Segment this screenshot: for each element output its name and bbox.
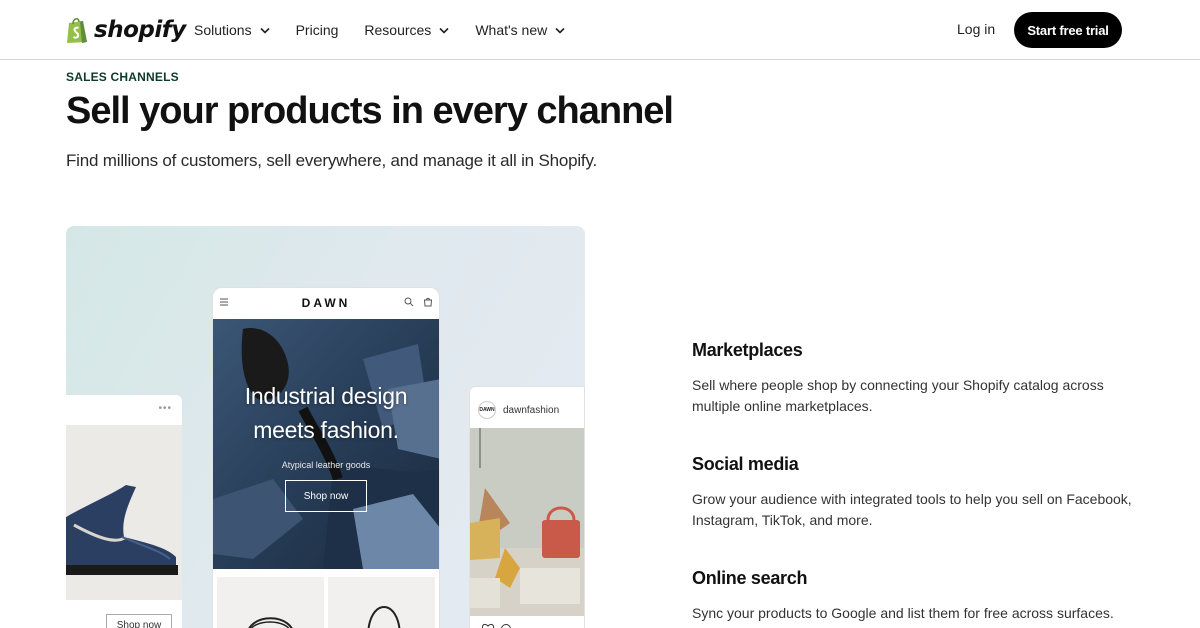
- product-card-left: ••• Shop now: [66, 395, 182, 628]
- dawn-storefront-mockup: DAWN Industrial design meets fashion. At…: [212, 287, 440, 628]
- product-tile[interactable]: [217, 577, 324, 628]
- post-actions: [482, 623, 511, 628]
- nav-item-label: Solutions: [194, 22, 252, 38]
- heart-icon: [482, 623, 495, 628]
- feature-marketplaces: Marketplaces Sell where people shop by c…: [692, 340, 1132, 417]
- page-title: Sell your products in every channel: [66, 90, 674, 132]
- bag-product-image: [248, 617, 293, 628]
- page-subtitle: Find millions of customers, sell everywh…: [66, 151, 598, 170]
- storefront-hero-banner: Industrial design meets fashion. Atypica…: [213, 319, 439, 569]
- feature-description: Sync your products to Google and list th…: [692, 605, 1114, 621]
- shoe-product-image: [66, 425, 182, 600]
- nav-item-label: What's new: [475, 22, 548, 38]
- chevron-down-icon: [439, 27, 449, 34]
- social-handle: dawnfashion: [503, 405, 560, 416]
- sales-channels-showcase: ••• Shop now DAWN Industrial design meet…: [66, 226, 585, 628]
- storefront-header: DAWN: [213, 288, 439, 319]
- shop-now-button-left[interactable]: Shop now: [106, 614, 172, 628]
- login-link[interactable]: Log in: [957, 21, 995, 37]
- main-menu: Solutions Pricing Resources What's new: [194, 0, 591, 60]
- feature-title: Social media: [692, 454, 799, 474]
- social-post-image: [470, 428, 584, 616]
- storefront-hero-subtitle: Atypical leather goods: [281, 460, 371, 470]
- feature-online-search: Online search Sync your products to Goog…: [692, 568, 1132, 624]
- chevron-down-icon: [555, 27, 565, 34]
- feature-description: Sell where people shop by connecting you…: [692, 377, 1104, 414]
- storefront-hero-title: Industrial design meets fashion.: [213, 379, 439, 447]
- nav-item-resources[interactable]: Resources: [364, 22, 449, 38]
- more-options-icon: •••: [158, 403, 172, 414]
- product-tile[interactable]: [328, 577, 435, 628]
- section-eyebrow: SALES CHANNELS: [66, 70, 179, 84]
- bags-still-life-photo: [470, 428, 584, 616]
- hero-title-line-1: Industrial design: [244, 383, 408, 409]
- logo-wordmark: shopify: [94, 17, 186, 43]
- shopify-bag-icon: [67, 18, 87, 43]
- feature-title: Marketplaces: [692, 340, 803, 360]
- shoe-illustration: [66, 425, 182, 600]
- feature-social-media: Social media Grow your audience with int…: [692, 454, 1132, 531]
- top-navigation: shopify Solutions Pricing Resources What…: [0, 0, 1200, 60]
- feature-title: Online search: [692, 568, 808, 588]
- chevron-down-icon: [260, 27, 270, 34]
- bag-product-image: [367, 606, 401, 628]
- cart-icon[interactable]: [423, 297, 433, 307]
- nav-item-pricing[interactable]: Pricing: [296, 22, 339, 38]
- nav-item-whats-new[interactable]: What's new: [475, 22, 565, 38]
- storefront-product-grid: [213, 577, 439, 628]
- search-icon[interactable]: [404, 297, 414, 307]
- feature-description: Grow your audience with integrated tools…: [692, 491, 1132, 528]
- shopify-logo[interactable]: shopify: [66, 14, 186, 46]
- start-free-trial-button[interactable]: Start free trial: [1014, 12, 1122, 48]
- nav-item-label: Pricing: [295, 22, 339, 38]
- hero-title-line-2: meets fashion.: [253, 417, 399, 443]
- nav-item-solutions[interactable]: Solutions: [194, 22, 270, 38]
- shop-now-button[interactable]: Shop now: [285, 480, 367, 512]
- social-post-card: DAWN dawnfashion: [469, 386, 585, 628]
- nav-item-label: Resources: [364, 22, 432, 38]
- avatar: DAWN: [478, 401, 496, 419]
- comment-icon: [501, 624, 511, 628]
